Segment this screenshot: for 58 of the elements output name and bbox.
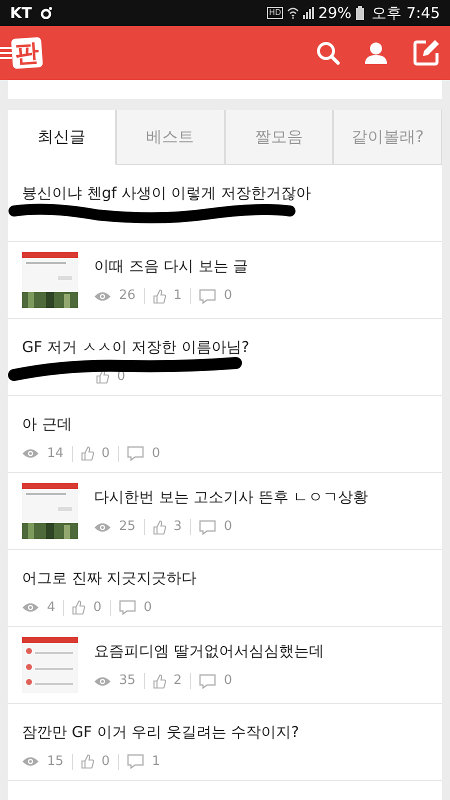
like-count: 1 bbox=[174, 287, 182, 306]
compose-icon[interactable] bbox=[412, 39, 440, 67]
like-count: 0 bbox=[93, 599, 102, 617]
eye-icon bbox=[94, 290, 111, 302]
carrier-text: KT bbox=[10, 2, 32, 24]
thumbs-up-icon bbox=[152, 288, 166, 304]
thumbs-up-icon bbox=[80, 446, 94, 462]
comment-count: 0 bbox=[224, 287, 232, 306]
post-title[interactable]: 븅신이냐 첸gf 사생이 이렇게 저장한거잖아 bbox=[22, 182, 311, 204]
comment-count: 0 bbox=[152, 445, 160, 463]
wifi-icon bbox=[287, 7, 300, 19]
view-count: 25 bbox=[119, 518, 136, 536]
view-count: 26 bbox=[119, 287, 136, 306]
menu-icon[interactable] bbox=[0, 46, 12, 60]
post-title[interactable]: 어그로 진짜 지긋지긋하다 bbox=[22, 567, 197, 590]
eye-icon bbox=[22, 756, 39, 768]
comment-icon bbox=[118, 600, 136, 616]
hd-icon: HD bbox=[267, 7, 284, 19]
search-icon[interactable] bbox=[316, 41, 340, 65]
eye-icon bbox=[22, 602, 39, 614]
like-count: 0 bbox=[102, 445, 110, 463]
thumbs-up-icon bbox=[80, 754, 94, 770]
post-title[interactable]: 아 근데 bbox=[22, 413, 72, 436]
comment-count: 1 bbox=[152, 753, 160, 771]
comment-icon bbox=[198, 520, 216, 534]
battery-percent: 29% bbox=[318, 2, 352, 24]
eye-icon bbox=[94, 676, 111, 686]
thumbs-up-icon bbox=[152, 520, 166, 534]
thumbs-up-icon bbox=[152, 674, 166, 688]
eye-icon bbox=[22, 448, 39, 460]
notification-icon bbox=[40, 7, 52, 19]
comment-icon bbox=[198, 674, 216, 688]
thumbs-up-icon bbox=[96, 369, 109, 384]
post-title[interactable]: 이때 즈음 다시 보는 글 bbox=[94, 255, 248, 278]
post-title[interactable]: 다시한번 보는 고소기사 뜬후 ㄴㅇㄱ상황 bbox=[94, 486, 368, 509]
signal-icon bbox=[303, 7, 314, 19]
view-count: 14 bbox=[47, 445, 64, 463]
thumbs-up-icon bbox=[72, 600, 86, 616]
comment-count: 0 bbox=[224, 672, 232, 690]
eye-icon bbox=[94, 522, 111, 532]
view-count: 35 bbox=[119, 672, 136, 690]
view-count: 15 bbox=[47, 753, 64, 771]
post-title[interactable]: 잠깐만 GF 이거 우리 웃길려는 수작이지? bbox=[22, 721, 300, 744]
view-count: 4 bbox=[47, 599, 56, 617]
battery-icon bbox=[356, 6, 364, 20]
comment-icon bbox=[126, 446, 144, 462]
like-count: 2 bbox=[174, 672, 182, 690]
comment-count: 0 bbox=[144, 599, 152, 617]
post-title[interactable]: 요즘피디엠 딸거없어서심심했는데 bbox=[94, 640, 324, 663]
post-title[interactable]: GF 저거 ㅅㅅ이 저장한 이름아님? bbox=[22, 336, 250, 358]
comment-icon bbox=[198, 288, 216, 304]
comment-icon bbox=[126, 754, 144, 770]
app-logo[interactable]: 판 bbox=[11, 37, 43, 69]
clock-text: 오후 7:45 bbox=[372, 2, 440, 24]
like-count: 0 bbox=[102, 753, 110, 771]
comment-count: 0 bbox=[224, 518, 232, 536]
user-icon[interactable] bbox=[364, 42, 388, 64]
like-count: 3 bbox=[174, 518, 182, 536]
